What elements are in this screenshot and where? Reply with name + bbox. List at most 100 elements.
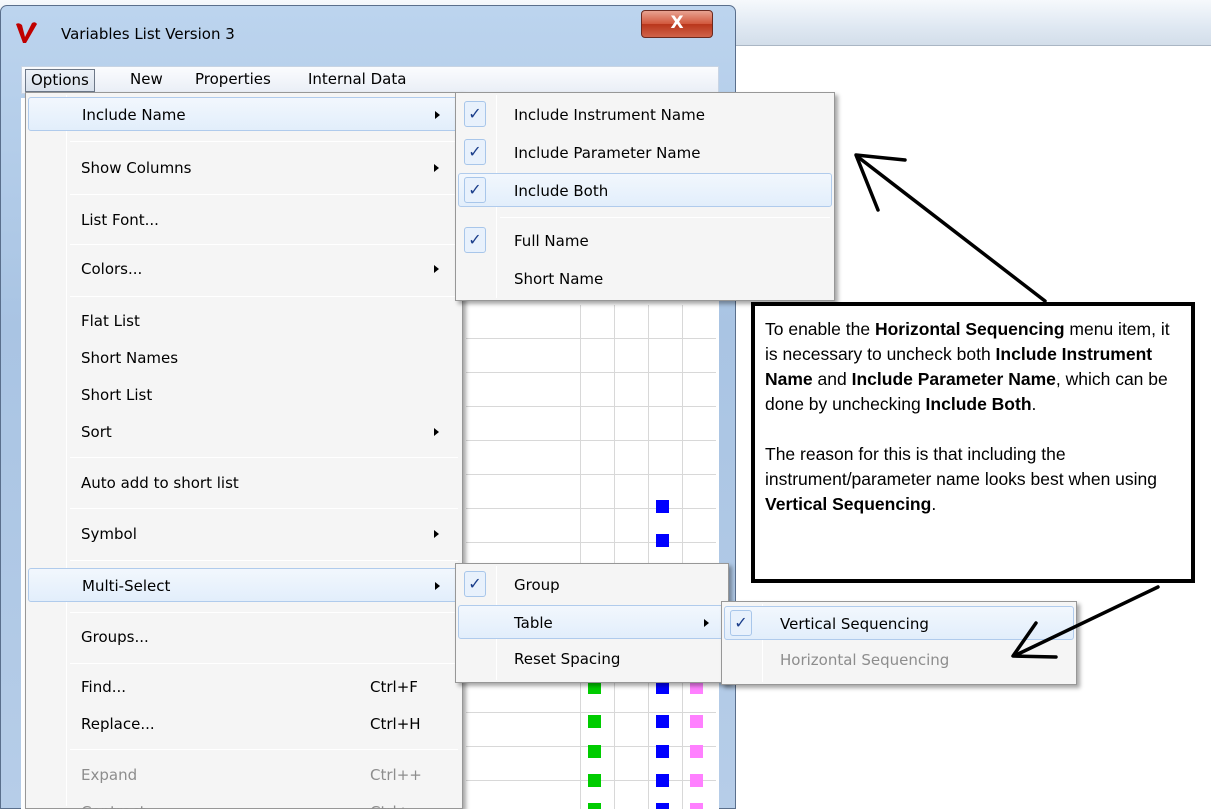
submenu-arrow-icon — [434, 530, 439, 538]
menu-item-label: Flat List — [81, 312, 140, 330]
table-row[interactable] — [466, 407, 716, 441]
menu-item-vertical-sequencing[interactable]: ✓ Vertical Sequencing — [724, 606, 1074, 640]
menu-item-include-name[interactable]: Include Name — [28, 97, 460, 131]
annotation-callout: To enable the Horizontal Sequencing menu… — [751, 302, 1195, 583]
menu-item-short-names[interactable]: Short Names — [28, 341, 460, 375]
menu-item-label: Vertical Sequencing — [780, 615, 929, 633]
menu-item-label: Include Parameter Name — [514, 144, 701, 162]
menu-separator — [70, 612, 458, 613]
menu-item-label: Replace... — [81, 715, 155, 733]
table-row[interactable] — [466, 441, 716, 475]
options-menu: Include Name Show Columns List Font... C… — [25, 92, 463, 809]
table-row[interactable] — [466, 305, 716, 339]
callout-text: To enable the — [765, 319, 875, 339]
menu-item-full-name[interactable]: ✓ Full Name — [458, 224, 832, 258]
callout-bold-text: Vertical Sequencing — [765, 494, 932, 514]
submenu-arrow-icon — [435, 582, 440, 590]
close-button[interactable]: X — [641, 10, 713, 38]
callout-paragraph-2: The reason for this is that including th… — [765, 442, 1181, 517]
checkmark-icon: ✓ — [464, 227, 486, 253]
window-titlebar[interactable]: Variables List Version 3 X — [1, 6, 735, 56]
menubar: Options New Properties Internal Data — [21, 66, 719, 94]
menu-item-short-list[interactable]: Short List — [28, 378, 460, 412]
submenu-arrow-icon — [434, 265, 439, 273]
menu-item-shortcut: Ctrl++ — [370, 766, 422, 784]
include-name-submenu: ✓ Include Instrument Name ✓ Include Para… — [455, 92, 835, 301]
menu-item-sort[interactable]: Sort — [28, 415, 460, 449]
color-swatch-blue — [656, 534, 669, 547]
menu-item-show-columns[interactable]: Show Columns — [28, 151, 460, 185]
menu-new[interactable]: New — [125, 69, 168, 92]
color-swatch-pink — [690, 745, 703, 758]
menu-item-label: Table — [514, 614, 553, 632]
table-row[interactable] — [466, 509, 716, 543]
menu-item-shortcut: Ctrl+- — [370, 795, 415, 809]
menu-item-table[interactable]: Table — [458, 605, 726, 639]
menu-item-label: Include Instrument Name — [514, 106, 705, 124]
menu-item-shortcut: Ctrl+H — [370, 715, 421, 733]
menu-separator — [70, 194, 458, 195]
table-submenu: ✓ Vertical Sequencing Horizontal Sequenc… — [721, 601, 1077, 685]
menu-item-label: Expand — [81, 766, 138, 784]
callout-bold-text: Include Parameter Name — [851, 369, 1056, 389]
menu-item-replace[interactable]: Replace... Ctrl+H — [28, 707, 460, 741]
menu-item-label: Find... — [81, 678, 127, 696]
menu-item-list-font[interactable]: List Font... — [28, 203, 460, 237]
menu-properties[interactable]: Properties — [190, 69, 276, 92]
menu-item-contract[interactable]: Contract Ctrl+- — [28, 795, 460, 809]
menu-item-short-name[interactable]: Short Name — [458, 262, 832, 296]
menu-item-find[interactable]: Find... Ctrl+F — [28, 670, 460, 704]
menu-separator — [70, 663, 458, 664]
submenu-arrow-icon — [704, 619, 709, 627]
menu-item-reset-spacing[interactable]: Reset Spacing — [458, 642, 726, 676]
menu-separator — [70, 508, 458, 509]
menu-item-groups[interactable]: Groups... — [28, 620, 460, 654]
menu-item-label: Show Columns — [81, 159, 192, 177]
table-row[interactable] — [466, 373, 716, 407]
table-row[interactable] — [466, 475, 716, 509]
callout-text: . — [931, 494, 937, 514]
menu-item-include-instrument-name[interactable]: ✓ Include Instrument Name — [458, 98, 832, 132]
menu-item-shortcut: Ctrl+F — [370, 678, 418, 696]
menu-item-auto-add-short-list[interactable]: Auto add to short list — [28, 466, 460, 500]
callout-paragraph-1: To enable the Horizontal Sequencing menu… — [765, 317, 1181, 417]
menu-item-expand[interactable]: Expand Ctrl++ — [28, 758, 460, 792]
menu-item-include-parameter-name[interactable]: ✓ Include Parameter Name — [458, 136, 832, 170]
menu-item-label: Contract — [81, 795, 146, 809]
callout-text: . — [1031, 394, 1037, 414]
submenu-arrow-icon — [434, 428, 439, 436]
menu-item-group[interactable]: ✓ Group — [458, 568, 726, 602]
submenu-arrow-icon — [434, 164, 439, 172]
menu-item-label: Groups... — [81, 628, 149, 646]
menu-item-horizontal-sequencing[interactable]: Horizontal Sequencing — [724, 643, 1074, 677]
color-swatch-green — [588, 774, 601, 787]
callout-text: The reason for this is that including th… — [765, 444, 1158, 489]
variables-grid[interactable] — [466, 305, 716, 809]
menu-item-multi-select[interactable]: Multi-Select — [28, 568, 460, 602]
checkmark-icon: ✓ — [464, 177, 486, 203]
menu-item-colors[interactable]: Colors... — [28, 252, 460, 286]
menu-item-label: Short Names — [81, 349, 179, 367]
menu-item-symbol[interactable]: Symbol — [28, 517, 460, 551]
checkmark-icon: ✓ — [464, 571, 486, 597]
v-logo-icon — [16, 22, 37, 43]
menu-item-label: Group — [514, 576, 560, 594]
menu-item-label: Colors... — [81, 260, 143, 278]
menu-item-label: Symbol — [81, 525, 137, 543]
color-swatch-green — [588, 803, 601, 809]
color-swatch-blue — [656, 774, 669, 787]
menu-item-label: Auto add to short list — [81, 474, 239, 492]
table-row[interactable] — [466, 339, 716, 373]
color-swatch-green — [588, 715, 601, 728]
callout-bold-text: Include Both — [925, 394, 1032, 414]
menu-item-label: Include Name — [82, 106, 186, 124]
window-title: Variables List Version 3 — [61, 25, 235, 43]
callout-bold-text: Horizontal Sequencing — [874, 319, 1065, 339]
menu-item-flat-list[interactable]: Flat List — [28, 304, 460, 338]
menu-separator — [70, 244, 458, 245]
menu-item-include-both[interactable]: ✓ Include Both — [458, 173, 832, 207]
menu-options[interactable]: Options — [25, 69, 95, 92]
menu-internal-data[interactable]: Internal Data — [303, 69, 411, 92]
checkmark-icon: ✓ — [464, 139, 486, 165]
color-swatch-blue — [656, 745, 669, 758]
